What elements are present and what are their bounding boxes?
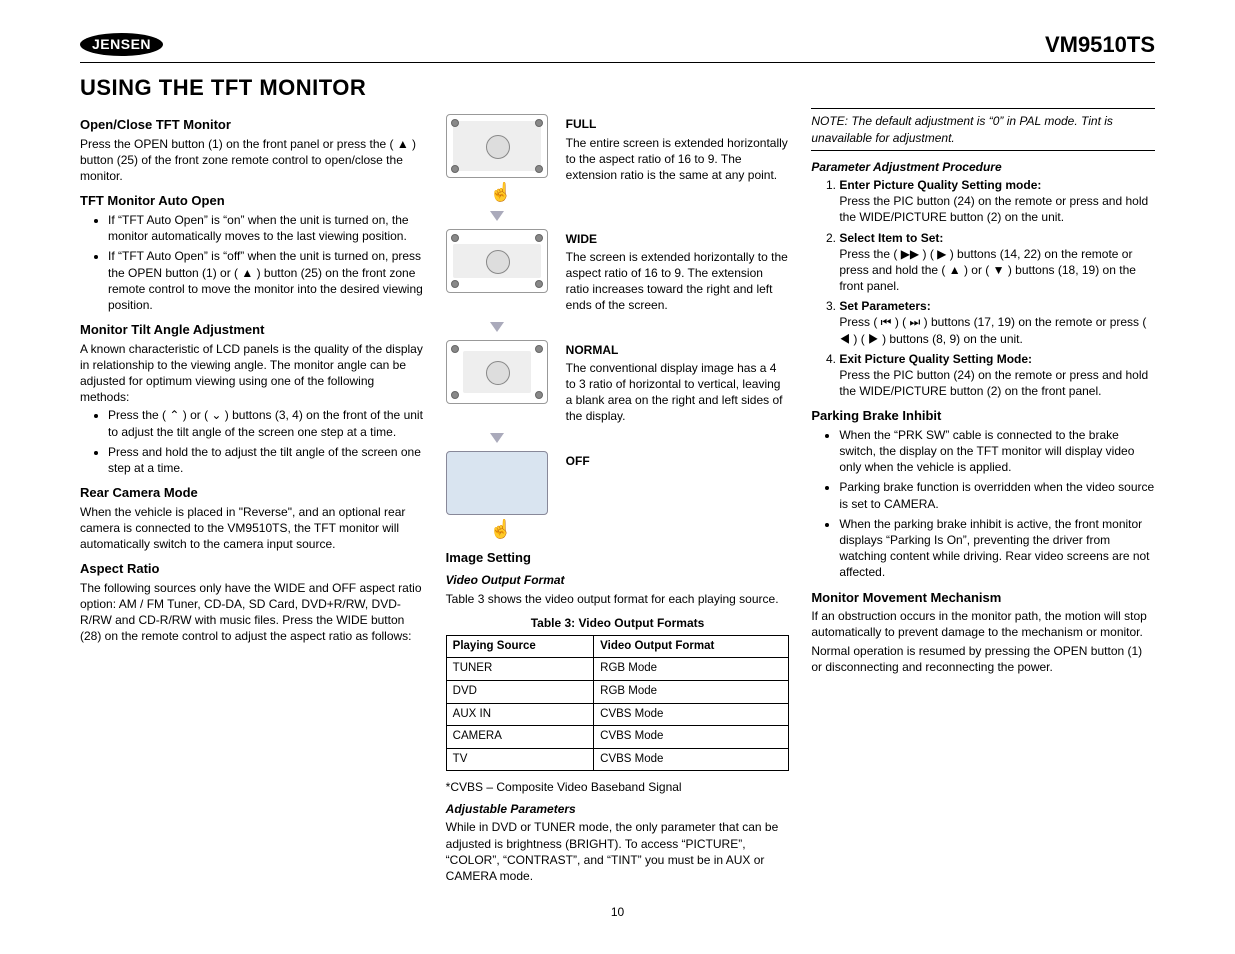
pbi-item-3: When the parking brake inhibit is active… [839, 516, 1155, 581]
table-cell: CVBS Mode [594, 726, 789, 749]
auto-open-item-1: If “TFT Auto Open” is “on” when the unit… [108, 212, 424, 244]
open-close-heading: Open/Close TFT Monitor [80, 116, 424, 134]
step-4-title: Exit Picture Quality Setting Mode: [839, 352, 1032, 366]
table-cell: TV [446, 748, 593, 771]
column-1: Open/Close TFT Monitor Press the OPEN bu… [80, 108, 424, 886]
model-number: VM9510TS [1045, 30, 1155, 60]
aspect-ratio-text: The following sources only have the WIDE… [80, 580, 424, 645]
procedure-step-1: Enter Picture Quality Setting mode: Pres… [839, 177, 1155, 226]
normal-heading: NORMAL [566, 342, 790, 358]
pbi-item-1: When the “PRK SW” cable is connected to … [839, 427, 1155, 476]
step-4-text: Press the PIC button (24) on the remote … [839, 368, 1148, 398]
step-2-text: Press the ( ▶▶ ) ( ▶ ) buttons (14, 22) … [839, 247, 1136, 293]
column-3: NOTE: The default adjustment is “0” in P… [811, 108, 1155, 886]
page-header: JENSEN VM9510TS [80, 30, 1155, 63]
tilt-text: A known characteristic of LCD panels is … [80, 341, 424, 406]
diagram-full [446, 114, 548, 178]
arrow-down-icon [490, 211, 504, 221]
monitor-movement-heading: Monitor Movement Mechanism [811, 589, 1155, 607]
wide-heading: WIDE [566, 231, 790, 247]
pbi-item-2: Parking brake function is overridden whe… [839, 479, 1155, 511]
diagram-normal [446, 340, 548, 404]
tilt-heading: Monitor Tilt Angle Adjustment [80, 321, 424, 339]
parking-brake-inhibit-heading: Parking Brake Inhibit [811, 407, 1155, 425]
hand-icon: ☝ [489, 519, 511, 539]
diagram-wide [446, 229, 548, 293]
auto-open-item-2: If “TFT Auto Open” is “off” when the uni… [108, 248, 424, 313]
normal-text: The conventional display image has a 4 t… [566, 360, 790, 425]
adjustable-parameters-heading: Adjustable Parameters [446, 801, 790, 817]
full-text: The entire screen is extended horizontal… [566, 135, 790, 184]
video-output-format-table: Playing Source Video Output Format TUNER… [446, 635, 790, 771]
auto-open-heading: TFT Monitor Auto Open [80, 192, 424, 210]
table-cell: DVD [446, 680, 593, 703]
procedure-step-4: Exit Picture Quality Setting Mode: Press… [839, 351, 1155, 400]
table-3-caption: Table 3: Video Output Formats [446, 615, 790, 631]
step-1-text: Press the PIC button (24) on the remote … [839, 194, 1148, 224]
table-cell: CAMERA [446, 726, 593, 749]
page-number: 10 [80, 904, 1155, 920]
wide-text: The screen is extended horizontally to t… [566, 249, 790, 314]
page-title: USING THE TFT MONITOR [80, 73, 1155, 103]
table-cell: RGB Mode [594, 680, 789, 703]
parameter-adjustment-procedure-heading: Parameter Adjustment Procedure [811, 159, 1155, 175]
table-header-format: Video Output Format [594, 635, 789, 658]
rear-camera-heading: Rear Camera Mode [80, 484, 424, 502]
table-cell: RGB Mode [594, 658, 789, 681]
video-output-format-heading: Video Output Format [446, 572, 790, 588]
tilt-item-1: Press the ( ⌃ ) or ( ⌄ ) buttons (3, 4) … [108, 407, 424, 439]
tilt-item-2: Press and hold the to adjust the tilt an… [108, 444, 424, 476]
column-2: ☝ FULL The entire screen is extended hor… [446, 108, 790, 886]
hand-icon: ☝ [489, 182, 511, 202]
table-cell: TUNER [446, 658, 593, 681]
rear-camera-text: When the vehicle is placed in "Reverse",… [80, 504, 424, 553]
video-output-format-text: Table 3 shows the video output format fo… [446, 591, 790, 607]
procedure-step-2: Select Item to Set: Press the ( ▶▶ ) ( ▶… [839, 230, 1155, 295]
arrow-down-icon [490, 433, 504, 443]
monitor-movement-text-2: Normal operation is resumed by pressing … [811, 643, 1155, 675]
table-cell: AUX IN [446, 703, 593, 726]
arrow-down-icon [490, 322, 504, 332]
monitor-movement-text-1: If an obstruction occurs in the monitor … [811, 608, 1155, 640]
brand-logo: JENSEN [80, 33, 163, 56]
note-text: NOTE: The default adjustment is “0” in P… [811, 114, 1113, 144]
off-heading: OFF [566, 453, 790, 469]
step-3-text: Press ( ⏮ ) ( ⏭ ) buttons (17, 19) on th… [839, 315, 1146, 345]
open-close-text: Press the OPEN button (1) on the front p… [80, 136, 424, 185]
image-setting-heading: Image Setting [446, 549, 790, 567]
step-3-title: Set Parameters: [839, 299, 930, 313]
table-cell: CVBS Mode [594, 748, 789, 771]
full-heading: FULL [566, 116, 790, 132]
adjustable-parameters-text: While in DVD or TUNER mode, the only par… [446, 819, 790, 884]
procedure-step-3: Set Parameters: Press ( ⏮ ) ( ⏭ ) button… [839, 298, 1155, 347]
step-1-title: Enter Picture Quality Setting mode: [839, 178, 1041, 192]
table-cell: CVBS Mode [594, 703, 789, 726]
diagram-off [446, 451, 548, 515]
aspect-ratio-heading: Aspect Ratio [80, 560, 424, 578]
note-box: NOTE: The default adjustment is “0” in P… [811, 108, 1155, 150]
step-2-title: Select Item to Set: [839, 231, 943, 245]
table-header-source: Playing Source [446, 635, 593, 658]
cvbs-footnote: *CVBS – Composite Video Baseband Signal [446, 779, 790, 795]
